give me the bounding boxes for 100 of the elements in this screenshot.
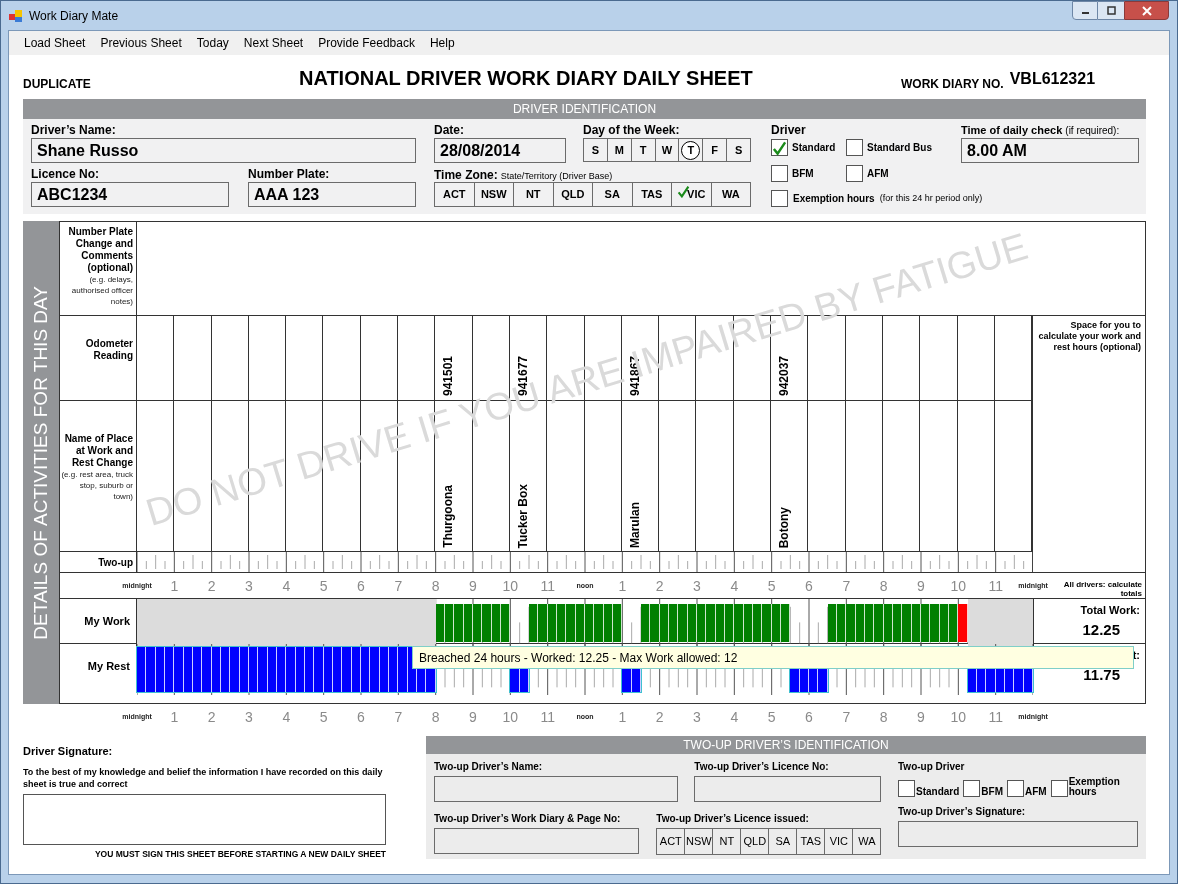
menu-item[interactable]: Load Sheet [17, 34, 93, 52]
check-icon [772, 139, 787, 156]
hour-label: 8 [879, 707, 888, 727]
state-option[interactable]: QLD [740, 828, 770, 855]
state-option[interactable]: SA [768, 828, 798, 855]
checkbox[interactable] [898, 780, 915, 797]
state-option[interactable]: WA [710, 182, 751, 207]
field-label: Two-up Driver’s Licence No: [694, 760, 829, 774]
option-label: BFM [792, 167, 814, 181]
menu-item[interactable]: Previous Sheet [93, 34, 189, 52]
tooltip: Breached 24 hours - Worked: 12.25 - Max Work allowed: 12 [412, 646, 1134, 669]
hour-label: 4 [282, 576, 291, 595]
hour-label: 10 [502, 576, 519, 595]
state-option[interactable]: ACT [434, 182, 475, 207]
checkbox[interactable] [846, 165, 863, 182]
maximize-button[interactable] [1098, 1, 1124, 20]
plate-field[interactable]: AAA 123 [248, 182, 416, 207]
diary-number: VBL612321 [1009, 69, 1096, 89]
hour-label: 4 [730, 707, 739, 727]
signature-box[interactable] [23, 793, 386, 845]
hour-label: 4 [730, 576, 739, 595]
input-field[interactable] [694, 776, 882, 802]
field-label: Two-up Driver’s Name: [434, 760, 543, 774]
hour-label: 9 [469, 707, 477, 727]
state-option[interactable]: WA [852, 828, 882, 855]
hour-label: 1 [618, 576, 627, 595]
hour-label: 5 [767, 707, 776, 727]
input-field[interactable] [898, 821, 1138, 847]
minimize-button[interactable] [1072, 1, 1098, 20]
hour-label: 9 [469, 576, 477, 595]
field-hint: State/Territory (Driver Base) [500, 170, 613, 183]
hour-label: 6 [805, 707, 813, 727]
checkbox[interactable] [771, 139, 788, 156]
place-name: Botony [776, 506, 793, 548]
date-field[interactable]: 28/08/2014 [434, 138, 566, 163]
checkbox[interactable] [1050, 780, 1068, 797]
row-label: My Work [84, 613, 130, 629]
menu-item[interactable]: Help [422, 34, 462, 52]
maximize-icon [1106, 6, 1116, 15]
state-option[interactable]: QLD [552, 182, 593, 207]
app-icon [9, 9, 23, 23]
checkbox[interactable] [963, 780, 981, 797]
hour-label: 7 [842, 707, 851, 727]
field-label: Time of daily check [961, 123, 1063, 138]
hour-label: 7 [842, 576, 851, 595]
licence-field[interactable]: ABC1234 [31, 182, 229, 207]
option-label: Standard [792, 141, 836, 155]
state-option[interactable]: SA [592, 182, 633, 207]
state-option[interactable]: ACT [656, 828, 686, 855]
close-button[interactable] [1124, 1, 1169, 20]
field-label: Licence No: [31, 166, 100, 182]
hour-label: 3 [245, 707, 253, 727]
sign-warning: YOU MUST SIGN THIS SHEET BEFORE STARTING A NEW DAILY SHEET [93, 847, 386, 861]
field-label: Number Plate: [248, 166, 331, 182]
checkbox[interactable] [771, 165, 788, 182]
input-field[interactable] [434, 828, 639, 854]
place-name: Tucker Box [514, 483, 531, 548]
hour-label: 9 [917, 576, 925, 595]
name-field[interactable]: Shane Russo [31, 138, 416, 163]
input-field[interactable] [434, 776, 678, 802]
odometer-reading: 941501 [440, 355, 457, 396]
day-option[interactable]: T [681, 140, 701, 160]
row-hint: (e.g. rest area, truck stop, suburb or town) [60, 469, 133, 502]
state-option[interactable]: NSW [684, 828, 714, 855]
state-option[interactable]: VIC [824, 828, 854, 855]
hour-label: 2 [207, 576, 216, 595]
row-label: Two-up [98, 556, 133, 569]
checkbox[interactable] [771, 190, 788, 207]
field-label: Two-up Driver’s Licence issued: [656, 812, 809, 826]
option-label: Standard [916, 787, 960, 797]
state-option[interactable]: TAS [631, 182, 672, 207]
row-label: Odometer Reading [84, 338, 133, 362]
place-name: Thurgoona [440, 485, 457, 548]
option-label: AFM [1025, 787, 1047, 797]
hour-label: 10 [502, 707, 519, 727]
option-label: BFM [981, 787, 1003, 797]
side-banner-text: DETAILS OF ACTIVITIES FOR THIS DAY [28, 285, 52, 640]
hour-label: 5 [319, 707, 328, 727]
checkbox[interactable] [1007, 780, 1024, 797]
menu-item[interactable]: Provide Feedback [311, 34, 422, 52]
state-option[interactable]: NSW [473, 182, 514, 207]
hour-label: 7 [394, 707, 403, 727]
state-option[interactable]: NT [513, 182, 554, 207]
hour-label: 4 [282, 707, 291, 727]
daily-check-field[interactable]: 8.00 AM [961, 138, 1139, 163]
menu-item[interactable]: Today [189, 34, 236, 52]
state-option[interactable]: NT [712, 828, 742, 855]
hour-label: 8 [879, 576, 888, 595]
field-label: Time Zone: [434, 167, 498, 184]
state-option[interactable]: TAS [796, 828, 826, 855]
state-option[interactable]: VIC [671, 182, 712, 207]
menu-item[interactable]: Next Sheet [236, 34, 311, 52]
hour-label: 3 [245, 576, 253, 595]
hour-label: 11 [540, 707, 555, 727]
field-label: Date: [434, 122, 465, 138]
option-label: Exemption hours [1068, 777, 1121, 797]
checkbox[interactable] [846, 139, 863, 156]
hour-label: 8 [431, 576, 440, 595]
option-label: AFM [867, 167, 889, 181]
field-label: Driver’s Name: [31, 122, 117, 138]
